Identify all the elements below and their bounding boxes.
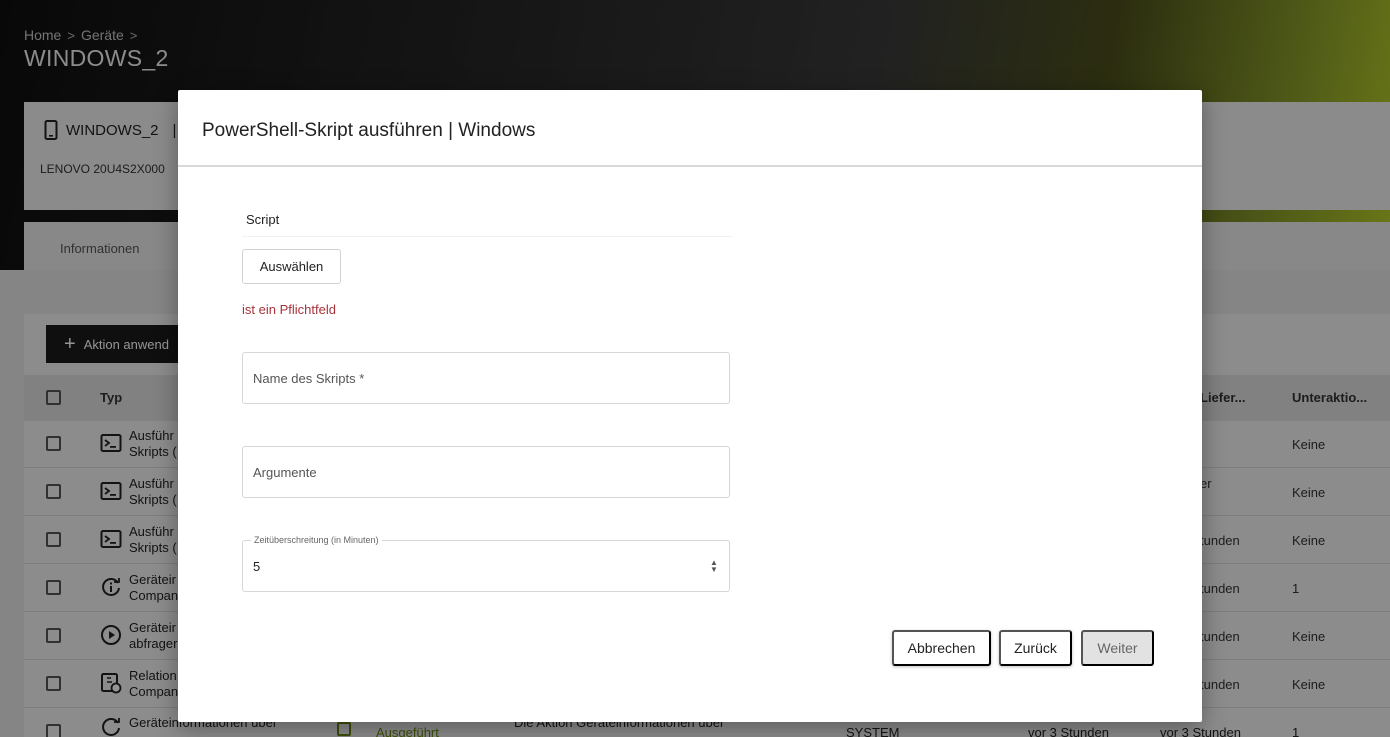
- choose-script-button[interactable]: Auswählen: [242, 249, 341, 284]
- script-name-input[interactable]: [243, 353, 729, 403]
- dialog-divider: [178, 165, 1202, 167]
- timeout-field: Zeitüberschreitung (in Minuten) ▲▼: [242, 535, 730, 592]
- arguments-field: [242, 446, 730, 498]
- required-field-error: ist ein Pflichtfeld: [242, 302, 336, 317]
- cancel-button[interactable]: Abbrechen: [892, 630, 991, 666]
- dialog-title: PowerShell-Skript ausführen | Windows: [202, 120, 536, 141]
- timeout-input[interactable]: [243, 541, 729, 591]
- back-button[interactable]: Zurück: [999, 630, 1072, 666]
- script-label: Script: [246, 212, 280, 227]
- next-button[interactable]: Weiter: [1081, 630, 1154, 666]
- powershell-script-dialog: PowerShell-Skript ausführen | Windows Sc…: [178, 90, 1202, 722]
- arguments-input[interactable]: [243, 447, 729, 497]
- script-divider: [242, 236, 732, 237]
- script-name-field: [242, 352, 730, 404]
- number-stepper-icon[interactable]: ▲ ▼: [709, 559, 719, 575]
